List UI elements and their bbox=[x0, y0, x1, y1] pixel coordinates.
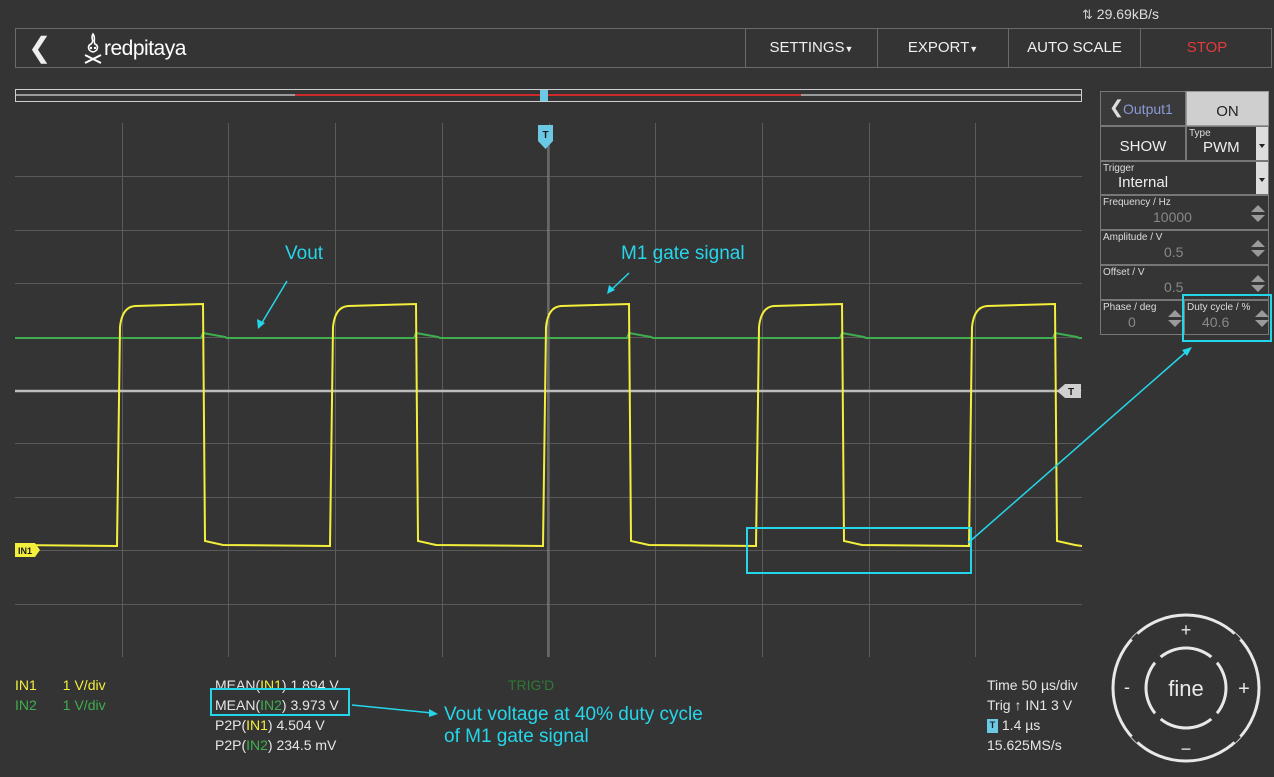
amplitude-field[interactable]: Amplitude / V 0.5 bbox=[1100, 230, 1269, 265]
offset-label: Offset / V bbox=[1103, 267, 1145, 278]
export-button[interactable]: EXPORT▼ bbox=[877, 29, 1008, 67]
phase-label: Phase / deg bbox=[1103, 302, 1157, 313]
frequency-field[interactable]: Frequency / Hz 10000 bbox=[1100, 195, 1269, 230]
p2p-in2: P2P(IN2) 234.5 mV bbox=[215, 737, 337, 753]
type-label: Type bbox=[1189, 128, 1211, 139]
fine-button[interactable]: fine bbox=[1168, 676, 1203, 701]
amplitude-value: 0.5 bbox=[1164, 244, 1184, 260]
back-icon[interactable]: ❮ bbox=[28, 33, 51, 63]
p2p-in1: P2P(IN1) 4.504 V bbox=[215, 717, 325, 733]
autoscale-button[interactable]: AUTO SCALE bbox=[1008, 29, 1140, 67]
top-bar: ❮ redpitaya SETTINGS▼ EXPORT▼ AUTO SCALE… bbox=[15, 28, 1272, 68]
trigger-status: TRIG'D bbox=[508, 677, 555, 693]
in2-scale-row[interactable]: IN2 1 V/div bbox=[15, 695, 106, 715]
in1-scale: 1 V/div bbox=[62, 677, 106, 693]
network-speed: ⇅ 29.69kB/s bbox=[1082, 6, 1159, 23]
time-offset-marker-icon: T bbox=[987, 719, 998, 734]
timeline-trigger-marker[interactable] bbox=[540, 90, 548, 101]
duty-cycle-arrowhead bbox=[1182, 347, 1192, 356]
phase-value: 0 bbox=[1128, 314, 1136, 330]
in1-scale-row[interactable]: IN1 1 V/div bbox=[15, 675, 106, 695]
timeline-visible-window bbox=[295, 94, 801, 96]
time-offset-row: T 1.4 µs bbox=[987, 715, 1078, 735]
brand-name: redpitaya bbox=[104, 37, 186, 60]
svg-text:+: + bbox=[1238, 678, 1250, 700]
trigger-value: Internal bbox=[1118, 174, 1169, 191]
timebase-info: Time 50 µs/div Trig ↑ IN1 3 V T 1.4 µs 1… bbox=[987, 675, 1078, 755]
trigger-select[interactable]: Trigger Internal bbox=[1100, 161, 1269, 195]
type-value: PWM bbox=[1203, 139, 1240, 156]
chevron-left-icon: ❮ bbox=[1109, 97, 1125, 117]
time-per-div: Time 50 µs/div bbox=[987, 677, 1078, 693]
mean-arrow bbox=[351, 704, 433, 714]
gate-signal-annotation: M1 gate signal bbox=[621, 243, 745, 264]
fine-adjust-dial: + − - + fine bbox=[1111, 613, 1261, 763]
network-speed-value: 29.69kB/s bbox=[1096, 6, 1160, 22]
svg-text:-: - bbox=[1124, 677, 1130, 697]
show-label: SHOW bbox=[1119, 138, 1167, 155]
show-button[interactable]: SHOW bbox=[1100, 126, 1186, 161]
settings-button[interactable]: SETTINGS▼ bbox=[745, 29, 877, 67]
mean-annotation: Vout voltage at 40% duty cycle of M1 gat… bbox=[444, 704, 703, 748]
output1-tab[interactable]: ❮ Output1 bbox=[1100, 91, 1186, 126]
time-offset: 1.4 µs bbox=[1001, 717, 1041, 733]
type-select[interactable]: Type PWM bbox=[1186, 126, 1269, 161]
dial-down-button[interactable]: − bbox=[1181, 739, 1192, 759]
redpitaya-logo-icon bbox=[84, 32, 102, 64]
svg-text:+: + bbox=[1181, 620, 1192, 640]
output-on-label: ON bbox=[1216, 103, 1239, 120]
output-on-button[interactable]: ON bbox=[1186, 91, 1269, 126]
duty-cycle-highlight-box bbox=[1182, 294, 1272, 342]
trigger-info: Trig ↑ IN1 3 V bbox=[987, 697, 1073, 713]
upload-download-icon: ⇅ bbox=[1082, 7, 1093, 22]
mean-highlight-box bbox=[210, 688, 350, 716]
settings-label: SETTINGS bbox=[769, 39, 845, 56]
sample-rate: 15.625MS/s bbox=[987, 737, 1062, 753]
trigger-level-marker-label: T bbox=[1068, 387, 1074, 398]
oscilloscope-graph[interactable]: T T IN1 Vout M1 gate signal bbox=[15, 123, 1082, 657]
mean-annotation-line1: Vout voltage at 40% duty cycle bbox=[444, 704, 703, 725]
export-label: EXPORT bbox=[907, 39, 970, 56]
dial-left-button[interactable]: - bbox=[1124, 677, 1130, 697]
mean-arrowhead bbox=[429, 709, 438, 717]
trigger-time-marker-label: T bbox=[542, 130, 548, 141]
vout-annotation: Vout bbox=[285, 243, 324, 264]
frequency-value: 10000 bbox=[1153, 209, 1192, 225]
dial-right-button[interactable]: + bbox=[1238, 678, 1250, 700]
dial-up-button[interactable]: + bbox=[1181, 620, 1192, 640]
frequency-label: Frequency / Hz bbox=[1103, 197, 1171, 208]
in1-name: IN1 bbox=[15, 677, 37, 693]
amplitude-label: Amplitude / V bbox=[1103, 232, 1163, 243]
buffer-timeline[interactable] bbox=[15, 89, 1082, 102]
in1-offset-marker[interactable]: IN1 bbox=[15, 543, 40, 557]
stop-button[interactable]: STOP bbox=[1140, 29, 1273, 67]
offset-value: 0.5 bbox=[1164, 279, 1184, 295]
channel-scales: IN1 1 V/div IN2 1 V/div bbox=[15, 675, 106, 715]
in1-offset-marker-label: IN1 bbox=[18, 546, 32, 556]
trigger-label: Trigger bbox=[1103, 163, 1135, 174]
caret-down-icon: ▼ bbox=[969, 44, 979, 54]
in2-scale: 1 V/div bbox=[62, 697, 106, 713]
dropdown-arrow-icon bbox=[1256, 127, 1268, 160]
output1-label: Output1 bbox=[1123, 101, 1173, 117]
caret-down-icon: ▼ bbox=[844, 44, 854, 54]
dropdown-arrow-icon bbox=[1256, 162, 1268, 194]
svg-text:fine: fine bbox=[1168, 676, 1203, 701]
in2-name: IN2 bbox=[15, 697, 37, 713]
svg-text:−: − bbox=[1181, 739, 1192, 759]
mean-annotation-line2: of M1 gate signal bbox=[444, 726, 589, 747]
phase-field[interactable]: Phase / deg 0 bbox=[1100, 300, 1184, 335]
